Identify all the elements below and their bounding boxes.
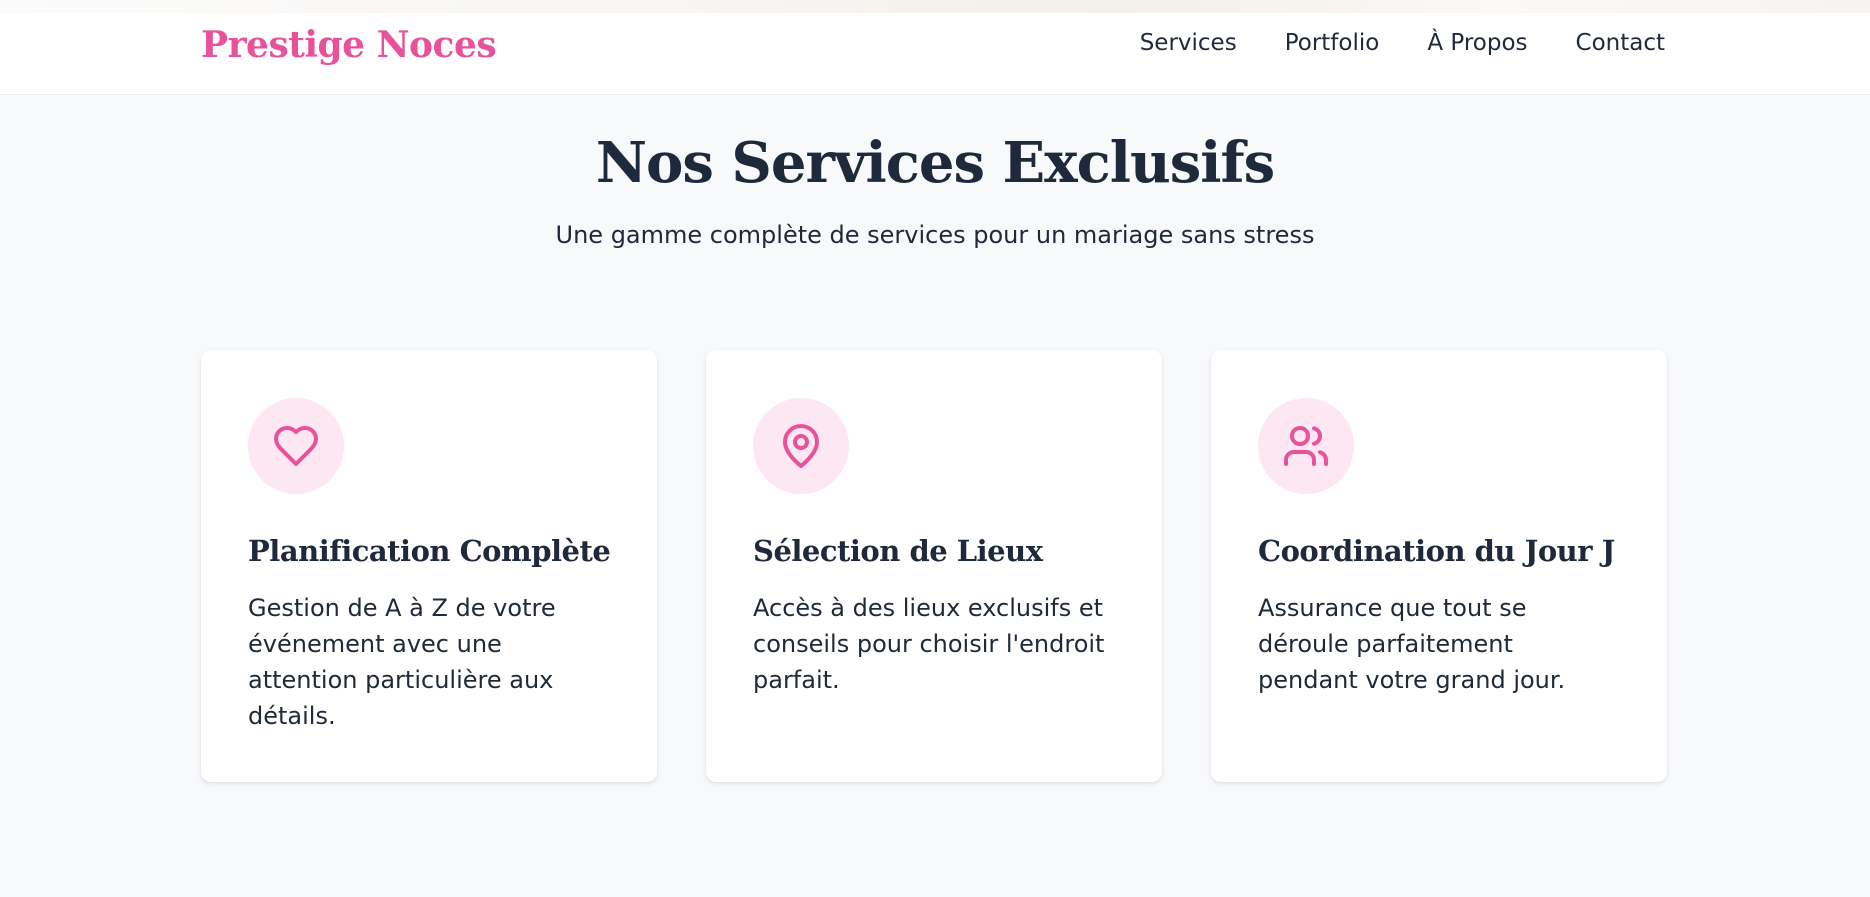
nav-link-a-propos[interactable]: À Propos — [1427, 30, 1527, 56]
icon-badge — [1258, 398, 1354, 494]
icon-badge — [248, 398, 344, 494]
nav-link-contact[interactable]: Contact — [1576, 30, 1665, 56]
card-description: Assurance que tout se déroule parfaiteme… — [1258, 594, 1566, 694]
icon-badge — [753, 398, 849, 494]
service-card-planification: Planification Complète Gestion de A à Z … — [201, 350, 657, 782]
header-top-strip — [0, 0, 1870, 13]
main-nav: Services Portfolio À Propos Contact — [1140, 30, 1665, 56]
heart-icon — [274, 426, 318, 466]
nav-link-services[interactable]: Services — [1140, 30, 1237, 56]
brand-logo[interactable]: Prestige Noces — [201, 24, 497, 66]
section-subtitle: Une gamme complète de services pour un m… — [555, 221, 1315, 249]
card-title: Planification Complète — [248, 534, 611, 568]
map-pin-icon — [783, 424, 819, 468]
services-cards: Planification Complète Gestion de A à Z … — [201, 350, 1667, 782]
nav-link-portfolio[interactable]: Portfolio — [1285, 30, 1380, 56]
card-title: Sélection de Lieux — [753, 534, 1043, 568]
service-card-lieux: Sélection de Lieux Accès à des lieux exc… — [706, 350, 1162, 782]
site-header: Prestige Noces Services Portfolio À Prop… — [0, 0, 1870, 95]
users-icon — [1284, 426, 1328, 466]
card-description: Accès à des lieux exclusifs et conseils … — [753, 594, 1105, 694]
section-title: Nos Services Exclusifs — [595, 130, 1275, 196]
card-description: Gestion de A à Z de votre événement avec… — [248, 594, 556, 730]
card-title: Coordination du Jour J — [1258, 534, 1615, 568]
service-card-coordination: Coordination du Jour J Assurance que tou… — [1211, 350, 1667, 782]
